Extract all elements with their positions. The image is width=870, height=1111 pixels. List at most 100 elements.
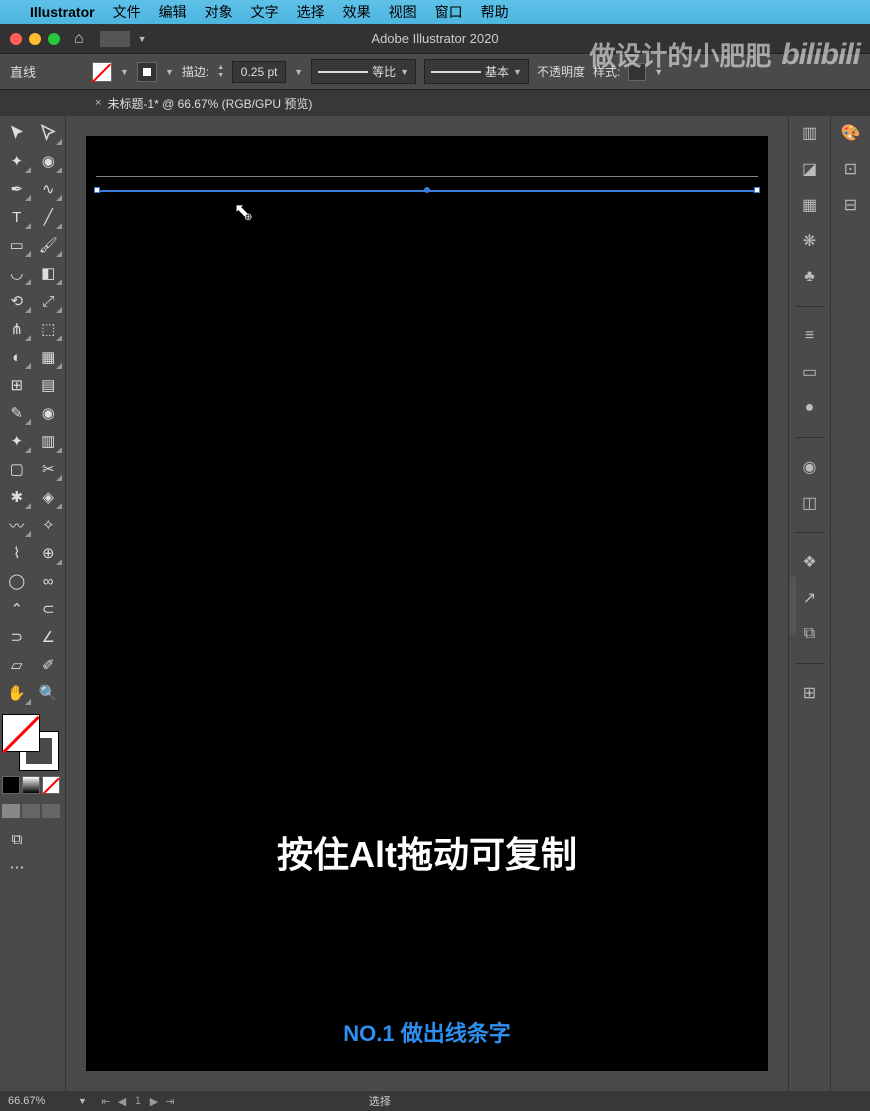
app-menu[interactable]: Illustrator: [30, 4, 95, 20]
menu-file[interactable]: 文件: [113, 2, 141, 22]
wrinkle-tool[interactable]: 〰: [2, 512, 32, 538]
rotate-tool[interactable]: ⟲: [2, 288, 32, 314]
menu-view[interactable]: 视图: [389, 2, 417, 22]
reshape-tool[interactable]: ⊂: [34, 596, 64, 622]
menu-help[interactable]: 帮助: [481, 2, 509, 22]
selection-tool[interactable]: [2, 120, 32, 146]
close-window-button[interactable]: [10, 33, 22, 45]
opacity-label[interactable]: 不透明度: [537, 63, 585, 80]
color-mode-gradient[interactable]: [22, 776, 40, 794]
color-guide-panel-icon[interactable]: 🎨: [840, 122, 862, 144]
color-mode-none[interactable]: [42, 776, 60, 794]
symbols-panel-icon[interactable]: ♣: [799, 266, 821, 288]
menu-window[interactable]: 窗口: [435, 2, 463, 22]
swatches-panel-icon[interactable]: ▦: [799, 194, 821, 216]
fill-stroke-control[interactable]: [2, 714, 58, 770]
menu-object[interactable]: 对象: [205, 2, 233, 22]
stroke-swatch[interactable]: [137, 62, 157, 82]
eraser-tool[interactable]: ◧: [34, 260, 64, 286]
artboards-panel-icon[interactable]: ⧉: [799, 623, 821, 645]
anchor-point-left[interactable]: [94, 187, 100, 193]
nav-prev-icon[interactable]: ◀: [115, 1095, 129, 1108]
stroke-weight-dropdown-icon[interactable]: ▼: [294, 67, 303, 77]
arrange-chevron-icon[interactable]: ▼: [138, 34, 147, 44]
anchor-tool[interactable]: ⌃: [2, 596, 32, 622]
minimize-window-button[interactable]: [29, 33, 41, 45]
transparency-panel-icon[interactable]: ●: [799, 397, 821, 419]
fill-color-box[interactable]: [2, 714, 40, 752]
graphic-style-swatch[interactable]: [628, 63, 646, 81]
line-segment-tool[interactable]: ╱: [34, 204, 64, 230]
column-graph-tool[interactable]: ▥: [34, 428, 64, 454]
gradient-tool[interactable]: ▤: [34, 372, 64, 398]
nav-next-icon[interactable]: ▶: [147, 1095, 161, 1108]
brush-definition[interactable]: 基本 ▼: [424, 59, 529, 84]
mesh-tool[interactable]: ⊞: [2, 372, 32, 398]
zoom-level[interactable]: 66.67%: [8, 1095, 66, 1107]
stroke-dropdown-icon[interactable]: ▼: [165, 67, 174, 77]
canvas-viewport[interactable]: ⬉ 按住Alt拖动可复制 NO.1 做出线条字: [66, 116, 788, 1091]
document-tab[interactable]: × 未标题-1* @ 66.67% (RGB/GPU 预览): [85, 90, 322, 116]
maximize-window-button[interactable]: [48, 33, 60, 45]
edit-toolbar-button[interactable]: ⋯: [2, 854, 32, 880]
brushes-panel-icon[interactable]: ❋: [799, 230, 821, 252]
blend-tool[interactable]: ◉: [34, 400, 64, 426]
menu-edit[interactable]: 编辑: [159, 2, 187, 22]
draw-inside-icon[interactable]: [42, 804, 60, 818]
variable-width-profile[interactable]: 等比 ▼: [311, 59, 416, 84]
shaper-tool[interactable]: ◡: [2, 260, 32, 286]
paintbrush-tool[interactable]: 🖌: [34, 232, 64, 258]
draw-behind-icon[interactable]: [22, 804, 40, 818]
close-tab-icon[interactable]: ×: [95, 97, 101, 109]
spiral-tool[interactable]: ◯: [2, 568, 32, 594]
puppet-warp-tool[interactable]: ✱: [2, 484, 32, 510]
width-tool[interactable]: ⋔: [2, 316, 32, 342]
color-panel-icon[interactable]: ◪: [799, 158, 821, 180]
libraries-panel-icon[interactable]: ⊞: [799, 682, 821, 704]
rectangle-tool[interactable]: ▭: [2, 232, 32, 258]
pathfinder-panel-icon[interactable]: ⊟: [840, 194, 862, 216]
knife-tool[interactable]: ▱: [2, 652, 32, 678]
type-tool[interactable]: T: [2, 204, 32, 230]
fill-dropdown-icon[interactable]: ▼: [120, 67, 129, 77]
eyedropper-tool[interactable]: ✎: [2, 400, 32, 426]
gradient-panel-icon[interactable]: ▭: [799, 361, 821, 383]
nav-first-icon[interactable]: ⇤: [99, 1095, 113, 1108]
anchor-point-center[interactable]: [424, 187, 430, 193]
slice-tool[interactable]: ✂: [34, 456, 64, 482]
screen-mode-button[interactable]: ⧉: [2, 826, 32, 852]
style-dropdown-icon[interactable]: ▼: [654, 67, 663, 77]
artboard-number[interactable]: 1: [131, 1095, 145, 1108]
artboard[interactable]: ⬉ 按住Alt拖动可复制 NO.1 做出线条字: [86, 136, 768, 1071]
nav-last-icon[interactable]: ⇥: [163, 1095, 177, 1108]
flare-tool[interactable]: ∞: [34, 568, 64, 594]
stroke-panel-icon[interactable]: ≡: [799, 325, 821, 347]
reflect-tool[interactable]: ⊃: [2, 624, 32, 650]
arrange-documents-button[interactable]: [100, 31, 130, 47]
fill-swatch[interactable]: [92, 62, 112, 82]
pen-tool[interactable]: ✒: [2, 176, 32, 202]
menu-select[interactable]: 选择: [297, 2, 325, 22]
curvature-tool[interactable]: ∿: [34, 176, 64, 202]
stroke-weight-input[interactable]: 0.25 pt: [232, 61, 286, 83]
shape-builder-tool[interactable]: ◐: [2, 344, 32, 370]
graphic-styles-panel-icon[interactable]: ◫: [799, 492, 821, 514]
properties-panel-icon[interactable]: ▥: [799, 122, 821, 144]
zoom-tool[interactable]: 🔍: [34, 680, 64, 706]
asset-export-panel-icon[interactable]: ↗: [799, 587, 821, 609]
zoom-dropdown-icon[interactable]: ▼: [78, 1096, 87, 1106]
hand-tool[interactable]: ✋: [2, 680, 32, 706]
magic-wand-tool[interactable]: ✦: [2, 148, 32, 174]
align-panel-icon[interactable]: ⊡: [840, 158, 862, 180]
free-transform-tool[interactable]: ⬚: [34, 316, 64, 342]
scissors-tool[interactable]: ✐: [34, 652, 64, 678]
appearance-panel-icon[interactable]: ◉: [799, 456, 821, 478]
crystallize-tool[interactable]: ✧: [34, 512, 64, 538]
scale-tool[interactable]: ⤢: [34, 288, 64, 314]
menu-type[interactable]: 文字: [251, 2, 279, 22]
anchor-point-right[interactable]: [754, 187, 760, 193]
smooth-tool[interactable]: ⌇: [2, 540, 32, 566]
free-distort-tool[interactable]: ◈: [34, 484, 64, 510]
perspective-grid-tool[interactable]: ▦: [34, 344, 64, 370]
shear-tool[interactable]: ∠: [34, 624, 64, 650]
